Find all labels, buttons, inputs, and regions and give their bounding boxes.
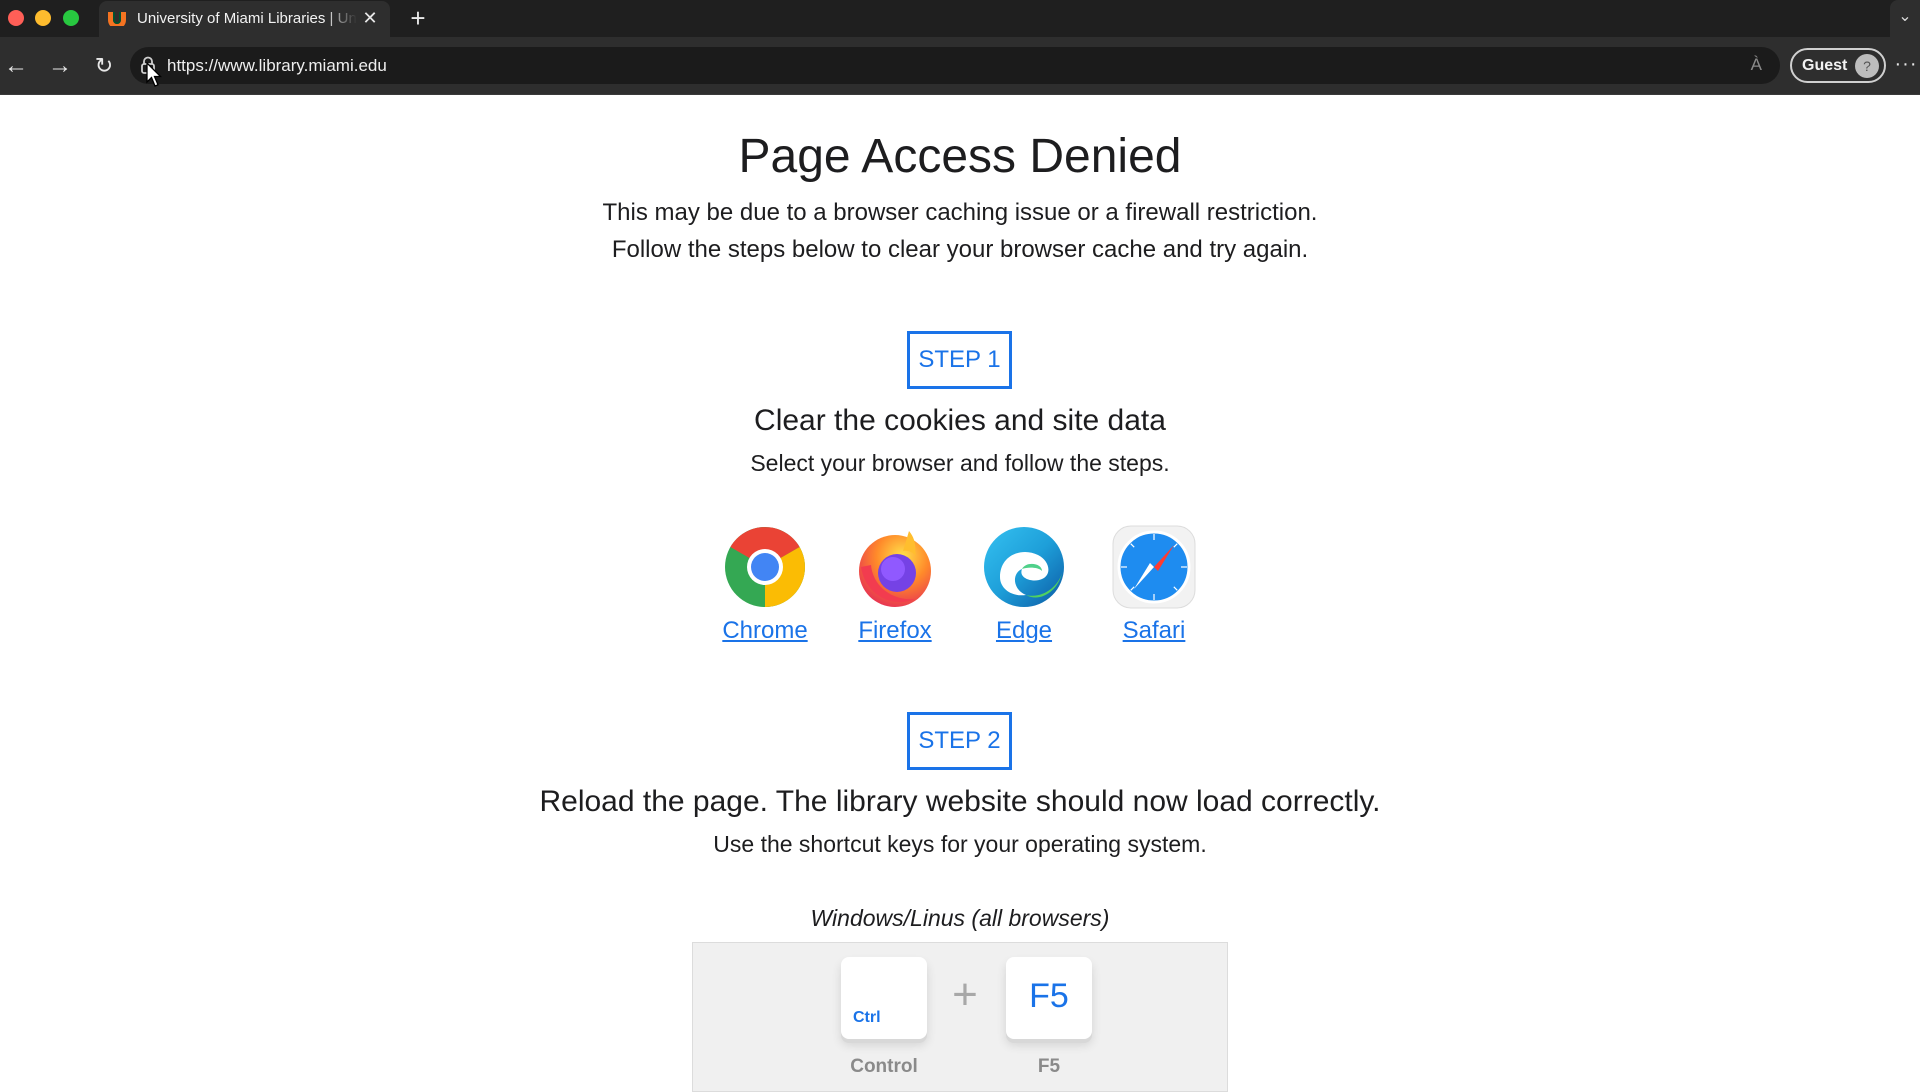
ctrl-key: Ctrl bbox=[841, 957, 927, 1039]
profile-button[interactable]: Guest ? bbox=[1790, 48, 1886, 83]
browser-option-safari[interactable]: Safari bbox=[1099, 525, 1209, 645]
f5-key-name: F5 bbox=[1037, 1056, 1061, 1077]
chevron-down-icon[interactable]: ⌄ bbox=[1890, 0, 1920, 37]
url-text[interactable]: https://www.library.miami.edu bbox=[167, 56, 387, 76]
safari-icon[interactable] bbox=[1112, 525, 1196, 609]
firefox-link[interactable]: Firefox bbox=[840, 617, 950, 645]
reload-icon[interactable]: ↻ bbox=[89, 51, 119, 81]
forward-arrow-icon[interactable]: → bbox=[45, 51, 75, 81]
address-bar[interactable]: https://www.library.miami.edu À bbox=[130, 47, 1780, 84]
step1-description: Select your browser and follow the steps… bbox=[750, 450, 1170, 476]
browser-option-edge[interactable]: Edge bbox=[969, 525, 1079, 645]
read-aloud-icon[interactable]: À bbox=[1751, 55, 1762, 75]
edge-link[interactable]: Edge bbox=[969, 617, 1079, 645]
firefox-icon[interactable] bbox=[853, 525, 937, 609]
step2-badge: STEP 2 bbox=[907, 712, 1012, 770]
tab-title: University of Miami Libraries | Universi… bbox=[137, 10, 357, 27]
profile-label: Guest bbox=[1802, 57, 1848, 74]
new-tab-button[interactable]: + bbox=[405, 3, 431, 33]
browser-toolbar: ← → ↻ https://www.library.miami.edu À G… bbox=[0, 37, 1920, 95]
browser-option-chrome[interactable]: Chrome bbox=[710, 525, 820, 645]
browser-titlebar: University of Miami Libraries | Universi… bbox=[0, 0, 1920, 37]
minimize-window-button[interactable] bbox=[35, 10, 51, 26]
back-arrow-icon[interactable]: ← bbox=[1, 51, 31, 81]
browser-option-firefox[interactable]: Firefox bbox=[840, 525, 950, 645]
step2-heading: Reload the page. The library website sho… bbox=[539, 785, 1381, 818]
guest-avatar-icon: ? bbox=[1855, 54, 1879, 78]
chrome-link[interactable]: Chrome bbox=[710, 617, 820, 645]
step1-badge: STEP 1 bbox=[907, 331, 1012, 389]
maximize-window-button[interactable] bbox=[63, 10, 79, 26]
page-subtitle-line1: This may be due to a browser caching iss… bbox=[602, 199, 1318, 226]
safari-link[interactable]: Safari bbox=[1099, 617, 1209, 645]
chrome-icon[interactable] bbox=[723, 525, 807, 609]
f5-key-cap: F5 bbox=[1029, 977, 1069, 1015]
more-options-icon[interactable]: ··· bbox=[1894, 51, 1918, 81]
plus-icon: + bbox=[952, 970, 978, 1019]
page-subtitle-line2: Follow the steps below to clear your bro… bbox=[611, 236, 1309, 263]
ctrl-key-name: Control bbox=[850, 1056, 918, 1077]
os-label: Windows/Linus (all browsers) bbox=[810, 905, 1110, 931]
step1-heading: Clear the cookies and site data bbox=[754, 404, 1166, 437]
step2-description: Use the shortcut keys for your operating… bbox=[713, 831, 1207, 857]
page-title: Page Access Denied bbox=[738, 130, 1182, 183]
page-content: Page Access Denied This may be due to a … bbox=[0, 95, 1920, 1092]
ctrl-key-cap: Ctrl bbox=[853, 1009, 881, 1026]
tab-close-icon[interactable]: ✕ bbox=[360, 7, 380, 29]
mouse-cursor-icon bbox=[146, 62, 162, 87]
browser-tab-active[interactable]: University of Miami Libraries | Universi… bbox=[99, 1, 390, 37]
shortcut-keys-image: Ctrl + F5 Control F5 bbox=[692, 942, 1228, 1092]
um-logo-icon bbox=[108, 12, 126, 26]
edge-icon[interactable] bbox=[982, 525, 1066, 609]
close-window-button[interactable] bbox=[8, 10, 24, 26]
f5-key: F5 bbox=[1006, 957, 1092, 1039]
